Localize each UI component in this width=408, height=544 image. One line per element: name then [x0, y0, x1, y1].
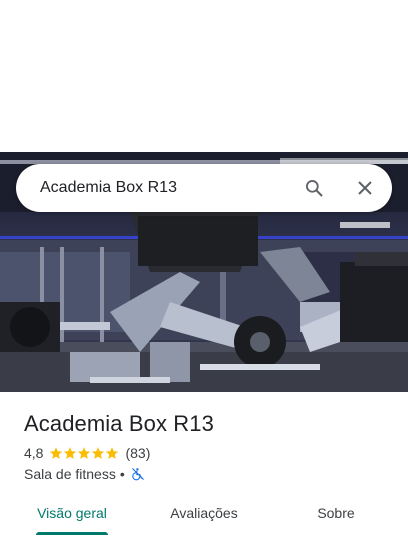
search-input[interactable]: Academia Box R13 [40, 178, 177, 198]
category-row: Sala de fitness • [24, 465, 145, 483]
place-category: Sala de fitness [24, 466, 116, 482]
top-blank-area [0, 0, 408, 152]
rating-row[interactable]: 4,8 (83) [24, 444, 150, 462]
review-count[interactable]: (83) [125, 445, 150, 461]
close-icon[interactable] [353, 176, 377, 200]
place-title: Academia Box R13 [24, 411, 214, 436]
star-icon [92, 447, 105, 459]
tab-about[interactable]: Sobre [288, 494, 384, 532]
wheelchair-not-accessible-icon [131, 468, 144, 481]
search-bar[interactable]: Academia Box R13 [16, 164, 392, 212]
star-icon [50, 447, 63, 459]
star-icon [78, 447, 91, 459]
separator: • [119, 466, 125, 482]
search-icon[interactable] [302, 176, 326, 200]
place-tabs: Visão geral Avaliações Sobre [0, 494, 408, 536]
active-tab-indicator [36, 532, 108, 535]
tab-overview[interactable]: Visão geral [24, 494, 120, 532]
tab-reviews[interactable]: Avaliações [156, 494, 252, 532]
rating-value: 4,8 [24, 445, 44, 461]
star-icon [106, 447, 119, 459]
star-rating [49, 446, 119, 460]
star-icon [64, 447, 77, 459]
